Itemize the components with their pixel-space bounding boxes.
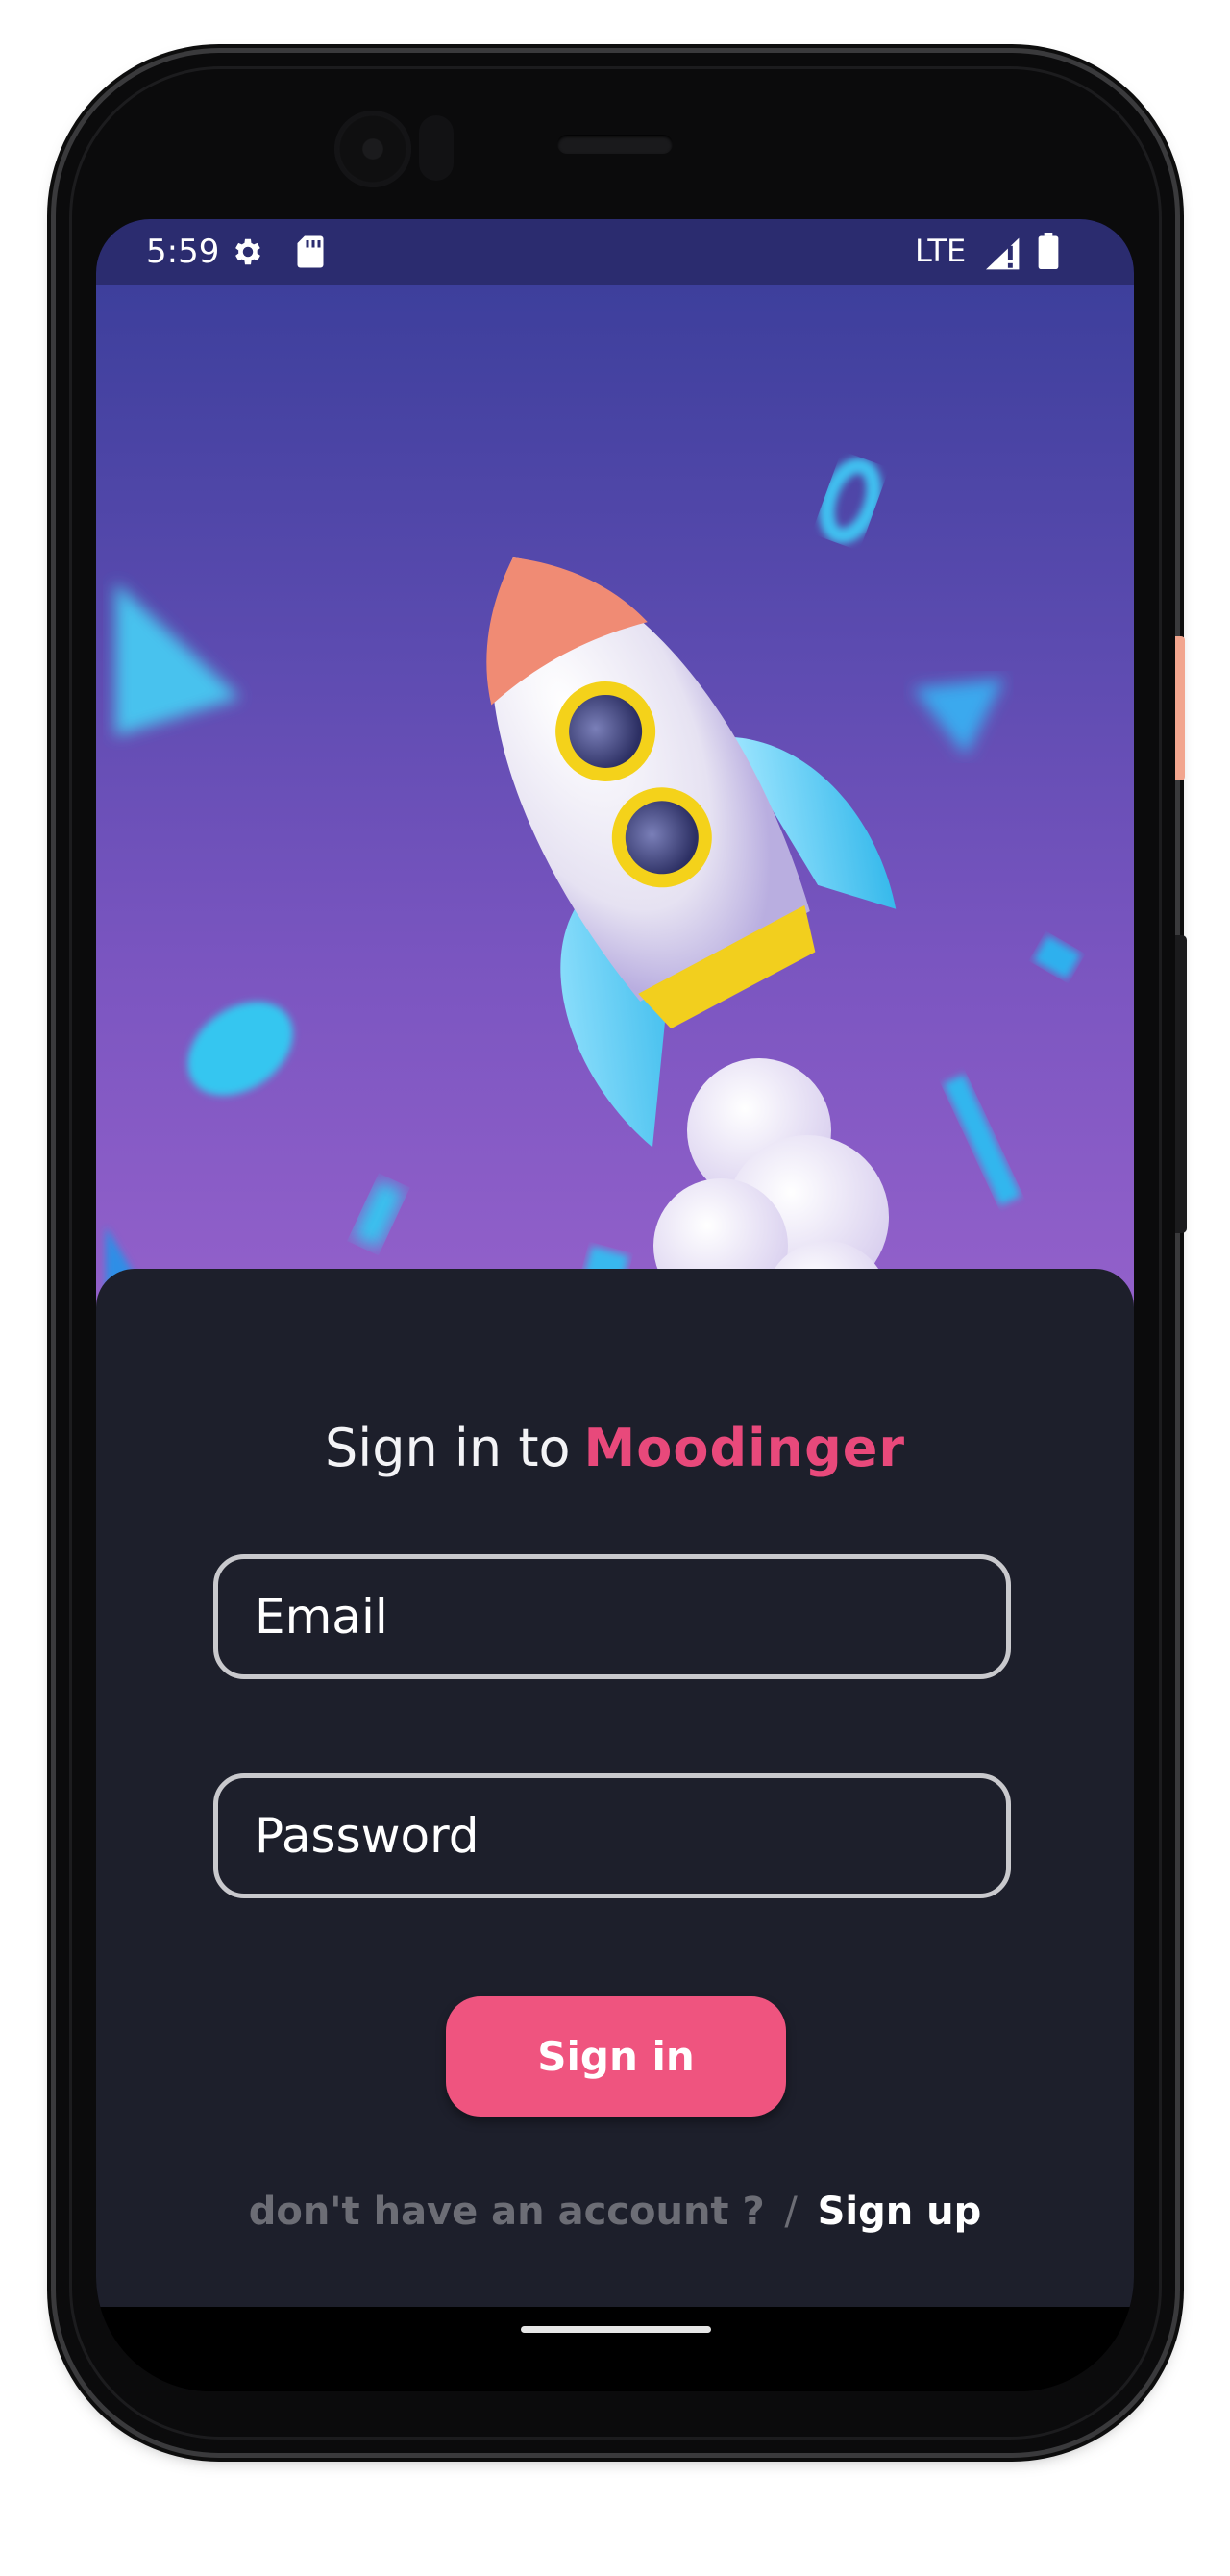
signup-separator: / bbox=[784, 2190, 798, 2234]
email-field-container bbox=[213, 1554, 1011, 1679]
password-input[interactable] bbox=[218, 1778, 1006, 1894]
login-card: Sign in toMoodinger Sign in don't have a… bbox=[96, 1269, 1134, 2307]
title-prefix: Sign in to bbox=[324, 1418, 571, 1478]
signup-row: don't have an account ? / Sign up bbox=[96, 2190, 1134, 2234]
signal-icon bbox=[986, 237, 1020, 270]
email-input[interactable] bbox=[218, 1559, 1006, 1674]
status-time: 5:59 bbox=[146, 233, 220, 271]
earpiece-speaker bbox=[557, 135, 673, 154]
status-bar: 5:59 LTE bbox=[96, 219, 1134, 285]
settings-gear-icon bbox=[235, 238, 260, 265]
hero-illustration bbox=[96, 285, 1134, 1323]
home-indicator[interactable] bbox=[521, 2326, 711, 2333]
proximity-sensor bbox=[419, 115, 454, 181]
sd-card-icon bbox=[297, 235, 324, 268]
brand-name: Moodinger bbox=[583, 1418, 905, 1478]
power-button bbox=[1175, 636, 1185, 780]
sign-in-button[interactable]: Sign in bbox=[446, 1996, 786, 2117]
app-screen: 5:59 LTE Sign in to Moodinger Email Sign… bbox=[96, 219, 1134, 2391]
sign-up-link[interactable]: Sign up bbox=[818, 2190, 982, 2234]
volume-button bbox=[1175, 935, 1187, 1233]
battery-icon bbox=[1038, 233, 1059, 269]
signup-prompt: don't have an account ? bbox=[248, 2190, 765, 2234]
navigation-bar bbox=[96, 2307, 1134, 2391]
password-field-container bbox=[213, 1773, 1011, 1898]
login-title: Sign in to Moodinger bbox=[96, 1418, 1134, 1478]
rocket-illustration bbox=[106, 458, 1081, 1323]
network-type: LTE bbox=[915, 233, 967, 269]
front-camera bbox=[334, 111, 411, 187]
